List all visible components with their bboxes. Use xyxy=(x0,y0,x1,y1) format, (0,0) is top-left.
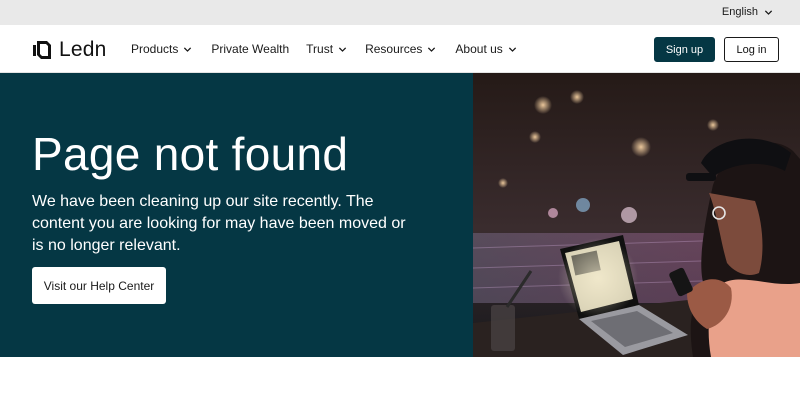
nav-item-label: Private Wealth xyxy=(211,42,290,56)
signup-button[interactable]: Sign up xyxy=(654,37,715,62)
hero-panel: Page not found We have been cleaning up … xyxy=(0,73,473,357)
nav-item-resources[interactable]: Resources xyxy=(365,42,436,56)
main-nav: Ledn Products Private Wealth Trust Resou… xyxy=(0,25,800,73)
chevron-down-icon xyxy=(428,46,436,52)
language-label: English xyxy=(721,6,758,18)
nav-item-label: Resources xyxy=(365,42,423,56)
nav-menu: Products Private Wealth Trust Resources … xyxy=(131,42,517,56)
nav-item-label: About us xyxy=(455,42,503,56)
nav-item-label: Trust xyxy=(306,42,334,56)
logo-link[interactable]: Ledn xyxy=(32,38,107,62)
help-center-button[interactable]: Visit our Help Center xyxy=(32,267,166,304)
logo-text: Ledn xyxy=(59,38,107,61)
chevron-down-icon xyxy=(184,46,192,52)
hero-photo xyxy=(473,73,800,357)
chevron-down-icon xyxy=(508,46,516,52)
nav-item-products[interactable]: Products xyxy=(131,42,192,56)
nav-item-about-us[interactable]: About us xyxy=(455,42,516,56)
chevron-down-icon xyxy=(764,9,773,15)
page-title: Page not found xyxy=(32,128,349,180)
nav-item-trust[interactable]: Trust xyxy=(306,42,347,56)
nav-item-private-wealth[interactable]: Private Wealth xyxy=(211,42,289,56)
login-button[interactable]: Log in xyxy=(724,37,779,62)
chevron-down-icon xyxy=(338,46,347,52)
nav-item-label: Products xyxy=(131,42,179,56)
hero-section: Page not found We have been cleaning up … xyxy=(0,73,800,357)
utility-bar: English xyxy=(0,0,800,25)
language-selector[interactable]: English xyxy=(722,6,773,18)
ledn-logo-icon xyxy=(33,41,51,59)
hero-subtitle: We have been cleaning up our site recent… xyxy=(32,193,406,254)
